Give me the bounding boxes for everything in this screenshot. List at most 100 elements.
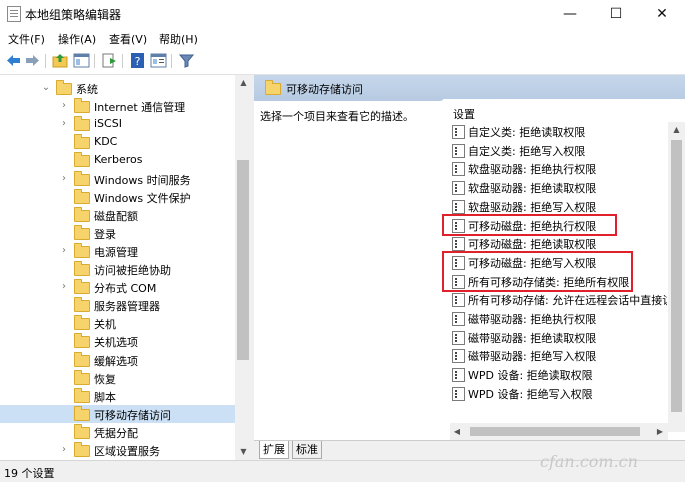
menu-file[interactable]: 文件(F)	[8, 31, 45, 47]
tree-item[interactable]: 缓解选项	[0, 351, 235, 369]
policy-setting-row[interactable]: WPD 设备: 拒绝读取权限	[450, 365, 667, 383]
policy-setting-icon	[452, 143, 465, 158]
folder-icon	[74, 279, 90, 295]
policy-setting-icon	[452, 312, 465, 326]
policy-setting-label: 软盘驱动器: 拒绝写入权限	[468, 200, 597, 214]
toolbar-separator	[171, 54, 172, 68]
settings-horizontal-scrollbar[interactable]: ◀ ▶	[450, 423, 668, 440]
export-icon[interactable]	[101, 52, 118, 69]
folder-icon	[74, 351, 90, 367]
folder-icon	[74, 261, 90, 276]
tab-standard[interactable]: 标准	[292, 441, 322, 459]
policy-setting-row[interactable]: 磁带驱动器: 拒绝写入权限	[450, 346, 667, 364]
tree-item[interactable]: 服务器管理器	[0, 296, 235, 314]
folder-icon	[74, 206, 90, 222]
policy-setting-row[interactable]: 软盘驱动器: 拒绝执行权限	[450, 159, 667, 177]
forward-icon[interactable]	[24, 52, 41, 69]
tree-item[interactable]: › 电源管理	[0, 242, 235, 260]
menu-view[interactable]: 查看(V)	[109, 31, 147, 47]
policy-setting-row[interactable]: 自定义类: 拒绝读取权限	[450, 122, 667, 140]
policy-setting-row[interactable]: 软盘驱动器: 拒绝写入权限	[450, 197, 667, 215]
navigation-tree[interactable]: ⌄ 系统 › Internet 通信管理 › iSCSI KDC Kerberos › Windo…	[0, 75, 236, 460]
maximize-button[interactable]: ☐	[593, 0, 639, 28]
folder-icon	[74, 315, 90, 331]
horizontal-scrollbar-thumb[interactable]	[470, 427, 640, 436]
properties-icon[interactable]	[150, 52, 167, 69]
folder-icon	[56, 80, 72, 95]
menu-help[interactable]: 帮助(H)	[159, 31, 198, 47]
minimize-button[interactable]: —	[547, 0, 593, 28]
tree-item[interactable]: 登录	[0, 224, 235, 242]
collapsed-chevron-icon[interactable]: ›	[58, 115, 70, 133]
scroll-left-arrow-icon[interactable]: ◀	[450, 424, 464, 439]
menu-action[interactable]: 操作(A)	[58, 31, 96, 47]
help-icon[interactable]: ?	[129, 52, 146, 69]
tree-item[interactable]: Windows 文件保护	[0, 188, 235, 206]
scroll-up-arrow-icon[interactable]: ▲	[235, 75, 252, 90]
policy-setting-row[interactable]: 软盘驱动器: 拒绝读取权限	[450, 178, 667, 196]
expanded-chevron-icon[interactable]: ⌄	[40, 79, 52, 97]
tree-scrollbar-thumb[interactable]	[237, 160, 249, 360]
tree-item[interactable]: › 区域设置服务	[0, 441, 235, 459]
settings-vertical-scrollbar[interactable]: ▲	[668, 122, 685, 432]
settings-scrollbar-thumb[interactable]	[671, 140, 682, 412]
filter-icon[interactable]	[178, 52, 195, 69]
policy-setting-label: WPD 设备: 拒绝写入权限	[468, 387, 593, 401]
details-pane: 可移动存储访问 选择一个项目来查看它的描述。 设置 自定义类: 拒绝读取权限 自定…	[254, 75, 685, 460]
tree-item[interactable]: Kerberos	[0, 151, 235, 169]
policy-setting-row[interactable]: 所有可移动存储: 允许在远程会话中直接访问	[450, 290, 667, 308]
settings-column-header[interactable]: 设置	[453, 106, 475, 122]
tree-item-label: 缓解选项	[94, 354, 138, 368]
tree-item[interactable]: ⌄ 系统	[0, 79, 235, 97]
tree-item[interactable]: 可移动存储访问	[0, 404, 235, 423]
show-hide-tree-icon[interactable]	[73, 52, 90, 69]
folder-icon	[74, 369, 90, 385]
up-folder-icon[interactable]	[52, 52, 69, 69]
policy-setting-row[interactable]: WPD 设备: 拒绝写入权限	[450, 384, 667, 402]
tree-item[interactable]: › 分布式 COM	[0, 278, 235, 296]
back-icon[interactable]	[5, 52, 22, 69]
collapsed-chevron-icon[interactable]: ›	[58, 441, 70, 459]
tree-item[interactable]: 关机选项	[0, 332, 235, 350]
tree-item[interactable]: › Internet 通信管理	[0, 97, 235, 115]
close-button[interactable]: ✕	[639, 0, 685, 28]
tree-item-label: 分布式 COM	[94, 282, 157, 296]
policy-setting-icon	[452, 368, 465, 383]
tree-item-label: 磁盘配额	[94, 209, 138, 223]
tree-item[interactable]: 关机	[0, 314, 235, 332]
tree-item[interactable]: 访问被拒绝协助	[0, 260, 235, 278]
folder-icon	[264, 80, 281, 95]
tree-scrollbar[interactable]: ▲ ▼	[235, 75, 252, 460]
policy-setting-row[interactable]: 磁带驱动器: 拒绝读取权限	[450, 328, 667, 346]
folder-icon	[74, 297, 90, 313]
policy-setting-row[interactable]: 磁带驱动器: 拒绝执行权限	[450, 309, 667, 327]
collapsed-chevron-icon[interactable]: ›	[58, 242, 70, 260]
collapsed-chevron-icon[interactable]: ›	[58, 97, 70, 115]
tree-item[interactable]: 脚本	[0, 387, 235, 405]
folder-icon	[74, 116, 90, 132]
tree-item[interactable]: 凭据分配	[0, 423, 235, 441]
collapsed-chevron-icon[interactable]: ›	[58, 170, 70, 188]
highlight-box	[442, 213, 617, 237]
policy-setting-label: 磁带驱动器: 拒绝读取权限	[468, 331, 597, 345]
tree-item-label: 恢复	[94, 372, 116, 386]
policy-setting-row[interactable]: 自定义类: 拒绝写入权限	[450, 141, 667, 159]
tree-item[interactable]: › Windows 时间服务	[0, 170, 235, 188]
folder-icon	[74, 423, 90, 439]
policy-setting-label: WPD 设备: 拒绝读取权限	[468, 369, 593, 383]
tree-item[interactable]: 磁盘配额	[0, 206, 235, 224]
policy-setting-row[interactable]: 可移动磁盘: 拒绝读取权限	[450, 234, 667, 252]
tree-item[interactable]: › iSCSI	[0, 115, 235, 133]
tree-item[interactable]: KDC	[0, 133, 235, 151]
tab-extended[interactable]: 扩展	[259, 441, 289, 459]
scroll-right-arrow-icon[interactable]: ▶	[653, 424, 667, 439]
scroll-down-arrow-icon[interactable]: ▼	[235, 444, 252, 459]
title-bar[interactable]: 本地组策略编辑器 — ☐ ✕	[0, 0, 685, 28]
scroll-up-arrow-icon[interactable]: ▲	[668, 122, 685, 137]
tree-item-label: 访问被拒绝协助	[94, 264, 171, 277]
folder-icon	[74, 134, 90, 150]
tree-item-label: KDC	[94, 135, 118, 149]
tree-item-label: 凭据分配	[94, 426, 138, 440]
tree-item[interactable]: 恢复	[0, 369, 235, 387]
collapsed-chevron-icon[interactable]: ›	[58, 278, 70, 296]
